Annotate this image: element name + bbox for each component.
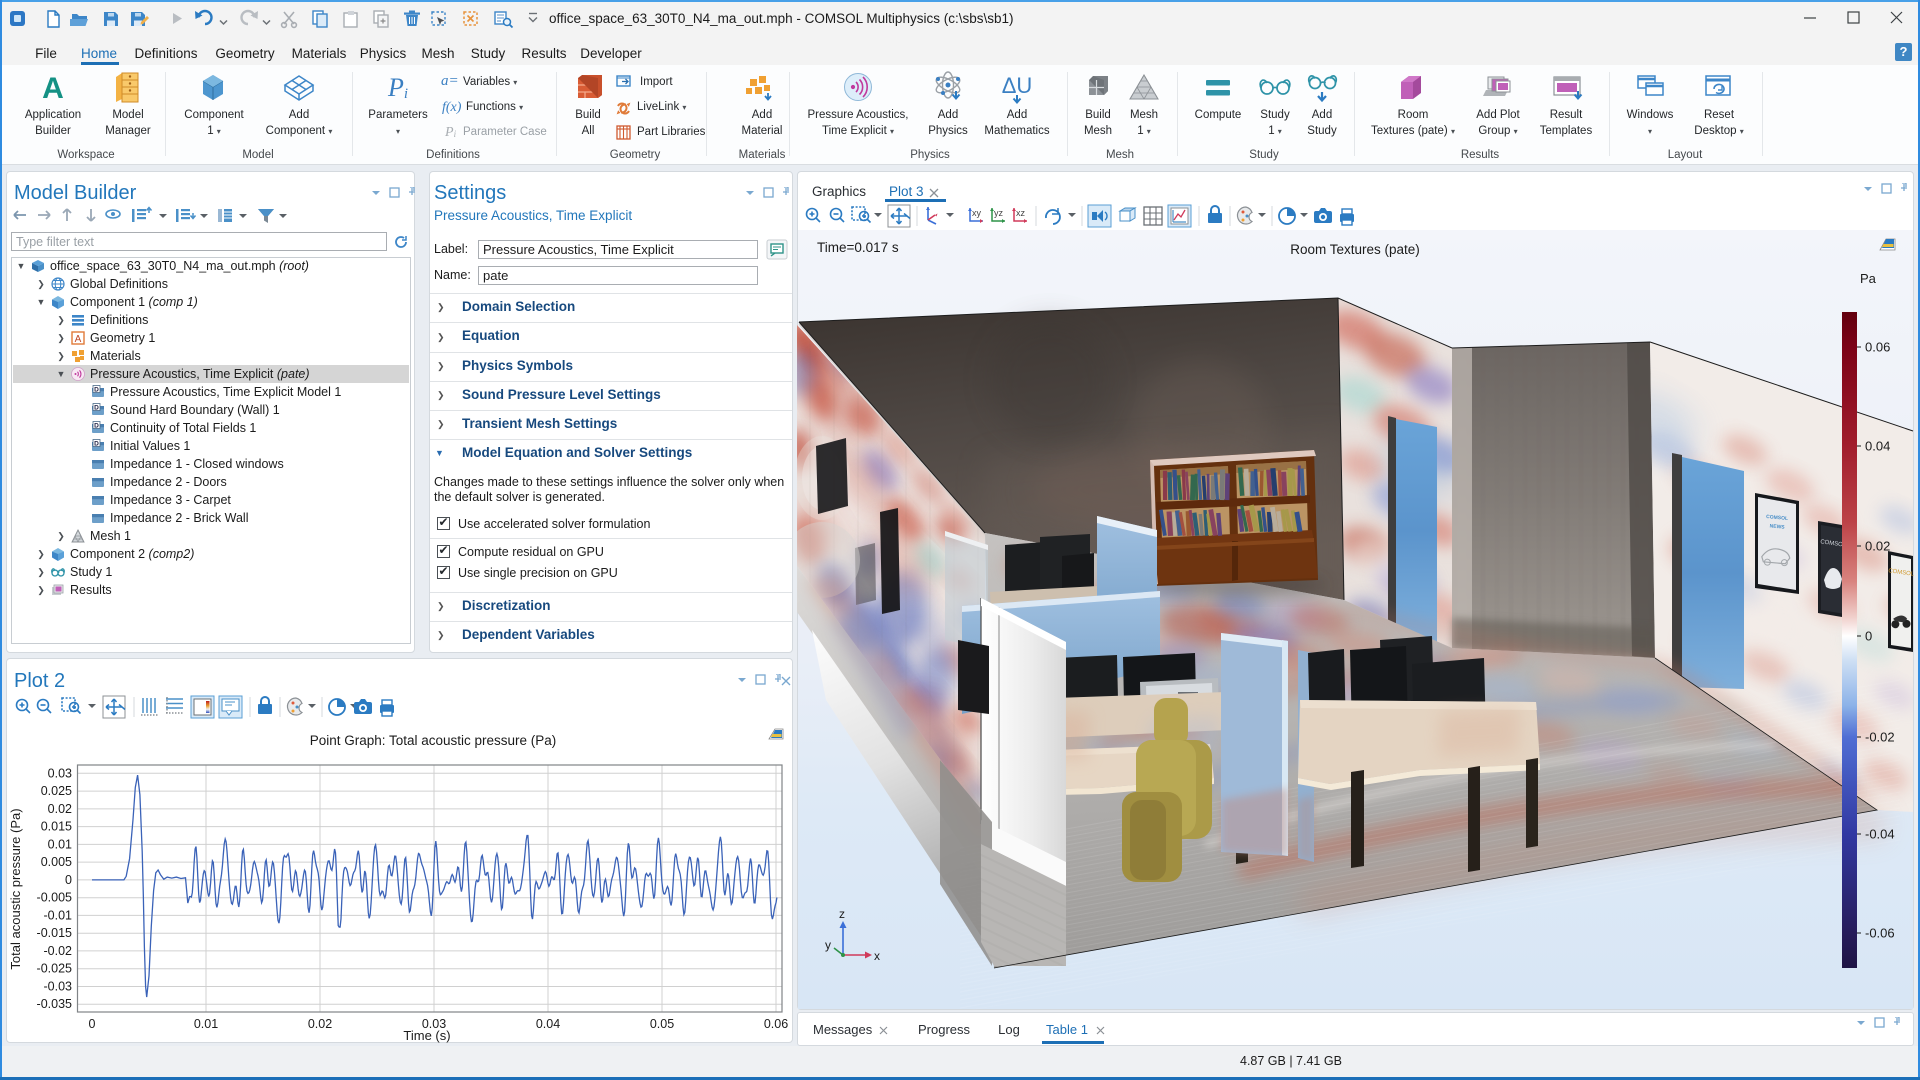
svg-text:y: y: [825, 938, 831, 952]
svg-text:0: 0: [1865, 629, 1872, 644]
svg-text:-0.02: -0.02: [1865, 730, 1895, 745]
svg-text:0.04: 0.04: [536, 1017, 560, 1031]
svg-text:z: z: [839, 907, 845, 921]
svg-text:Time=0.017 s: Time=0.017 s: [817, 240, 899, 255]
svg-text:D: D: [94, 441, 99, 448]
svg-text:D: D: [94, 387, 99, 394]
svg-text:-0.06: -0.06: [1865, 926, 1895, 941]
svg-text:0.06: 0.06: [764, 1017, 788, 1031]
svg-text:a=: a=: [441, 73, 459, 89]
svg-text:ΔU: ΔU: [1002, 73, 1033, 98]
svg-text:Pi: Pi: [444, 125, 457, 140]
svg-text:Pa: Pa: [1860, 271, 1877, 286]
svg-text:D: D: [94, 405, 99, 412]
svg-text:D: D: [94, 423, 99, 430]
svg-text:0.02: 0.02: [1865, 539, 1890, 554]
svg-text:Room Textures (pate): Room Textures (pate): [1290, 242, 1420, 257]
svg-text:0.04: 0.04: [1865, 439, 1890, 454]
svg-text:0.06: 0.06: [1865, 340, 1890, 355]
svg-text:0.05: 0.05: [650, 1017, 674, 1031]
svg-text:-0.04: -0.04: [1865, 827, 1895, 842]
svg-text:A: A: [75, 334, 82, 345]
svg-text:x: x: [874, 949, 880, 963]
svg-text:f(x): f(x): [442, 100, 462, 115]
